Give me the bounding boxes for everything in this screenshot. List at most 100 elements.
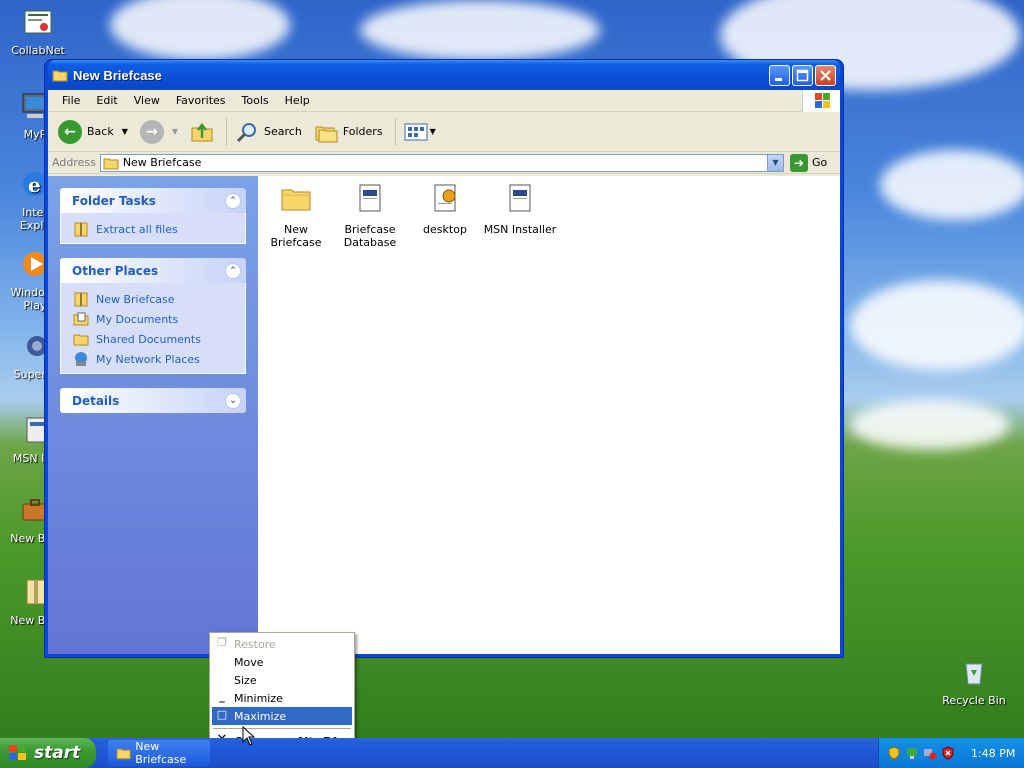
- file-label: MSN Installer: [483, 223, 557, 236]
- cloud: [110, 0, 290, 60]
- windows-logo: [802, 90, 840, 112]
- clock[interactable]: 1:48 PM: [971, 747, 1015, 760]
- menu-item-minimize[interactable]: _ Minimize: [212, 689, 352, 707]
- zip-folder-icon: [74, 222, 88, 237]
- desktop-icon-label: Recycle Bin: [942, 694, 1006, 707]
- back-label: Back: [87, 125, 114, 138]
- back-button[interactable]: ← Back ▼: [54, 116, 132, 148]
- folder-icon: [52, 70, 68, 82]
- menu-view[interactable]: View: [126, 94, 168, 107]
- close-button[interactable]: [815, 64, 836, 86]
- window-body: File Edit View Favorites Tools Help ← Ba…: [48, 90, 840, 654]
- folder-tasks-body: Extract all files: [60, 213, 246, 244]
- zip-folder-icon: [74, 292, 88, 307]
- document-icon: [509, 184, 531, 212]
- menu-item-maximize[interactable]: □ Maximize: [212, 707, 352, 725]
- file-item-new-briefcase[interactable]: New Briefcase: [258, 182, 334, 249]
- taskbar-button-new-briefcase[interactable]: New Briefcase: [108, 740, 210, 766]
- go-label: Go: [812, 156, 828, 169]
- folder-tasks-title: Folder Tasks: [72, 193, 156, 208]
- menu-item-label: Size: [234, 673, 257, 687]
- views-button[interactable]: ▼: [400, 116, 440, 148]
- minimize-icon: _: [219, 690, 225, 703]
- menu-item-label: Minimize: [234, 691, 283, 705]
- up-button[interactable]: [186, 116, 218, 148]
- toolbar-separator: [226, 117, 228, 146]
- task-label: Extract all files: [96, 222, 178, 236]
- search-icon: [236, 122, 257, 142]
- folders-icon: [315, 126, 338, 142]
- collapse-icon[interactable]: ⌃: [225, 262, 241, 279]
- menu-tools[interactable]: Tools: [234, 94, 277, 107]
- expand-icon[interactable]: ⌄: [225, 392, 241, 409]
- address-input[interactable]: New Briefcase ▼: [99, 153, 784, 172]
- place-label: New Briefcase: [96, 292, 175, 306]
- menu-help[interactable]: Help: [277, 94, 318, 107]
- dropdown-arrow-icon[interactable]: ▼: [430, 127, 436, 136]
- security-alert-icon[interactable]: [941, 746, 955, 760]
- folder-tasks-header[interactable]: Folder Tasks ⌃: [60, 188, 246, 213]
- menu-item-label: Maximize: [234, 709, 287, 723]
- go-button[interactable]: ➜ Go: [790, 153, 836, 172]
- folder-tasks-panel: Folder Tasks ⌃ Extract all files: [60, 188, 246, 244]
- folder-icon: [73, 334, 89, 346]
- go-arrow-icon: ➜: [790, 153, 808, 172]
- file-label: desktop: [423, 223, 467, 236]
- standard-toolbar: ← Back ▼ → ▼ Search Folders ▼: [48, 112, 840, 152]
- network-icon[interactable]: [905, 746, 919, 760]
- desktop-icon-collabnet[interactable]: CollabNet: [3, 6, 73, 57]
- document-icon: [359, 184, 381, 212]
- menu-edit[interactable]: Edit: [88, 94, 125, 107]
- task-pane: Folder Tasks ⌃ Extract all files Other P…: [48, 176, 258, 654]
- explorer-window[interactable]: New Briefcase File Edit View Favorites T…: [44, 59, 844, 658]
- file-item-msn-installer[interactable]: MSN Installer: [482, 182, 558, 236]
- place-my-documents[interactable]: My Documents: [73, 309, 235, 329]
- minimize-button[interactable]: [769, 64, 790, 86]
- cloud: [850, 400, 1010, 450]
- desktop-icon-recycle-bin[interactable]: Recycle Bin: [939, 656, 1009, 707]
- settings-file-icon: [434, 184, 456, 212]
- maximize-icon: [796, 69, 809, 81]
- maximize-button[interactable]: [792, 64, 813, 86]
- forward-button[interactable]: → ▼: [136, 116, 182, 148]
- desktop-icon-label: CollabNet: [11, 44, 65, 57]
- menu-favorites[interactable]: Favorites: [168, 94, 234, 107]
- taskbar: start New Briefcase 1:48 PM: [0, 738, 1024, 768]
- window-titlebar[interactable]: New Briefcase: [48, 60, 840, 90]
- search-button[interactable]: Search: [231, 116, 306, 148]
- place-shared-documents[interactable]: Shared Documents: [73, 329, 235, 349]
- file-list[interactable]: New Briefcase Briefcase Database desktop…: [258, 176, 840, 654]
- folders-button[interactable]: Folders: [310, 116, 387, 148]
- file-item-briefcase-database[interactable]: Briefcase Database: [332, 182, 408, 249]
- menu-item-restore[interactable]: ❐ Restore: [212, 635, 352, 653]
- network-alert-icon[interactable]: [923, 746, 937, 760]
- close-icon: [820, 69, 831, 81]
- menu-file[interactable]: File: [54, 94, 88, 107]
- place-my-network-places[interactable]: My Network Places: [73, 349, 235, 369]
- system-tray: 1:48 PM: [878, 738, 1024, 768]
- network-places-icon: [75, 352, 87, 366]
- place-new-briefcase[interactable]: New Briefcase: [73, 289, 235, 309]
- menu-item-size[interactable]: Size: [212, 671, 352, 689]
- dropdown-arrow-icon[interactable]: ▼: [172, 127, 178, 136]
- details-header[interactable]: Details ⌄: [60, 388, 246, 413]
- task-extract-all-files[interactable]: Extract all files: [73, 219, 235, 239]
- folders-label: Folders: [342, 125, 383, 138]
- folder-up-icon: [191, 122, 213, 141]
- file-item-desktop[interactable]: desktop: [407, 182, 483, 236]
- window-title: New Briefcase: [73, 67, 162, 83]
- menu-item-move[interactable]: Move: [212, 653, 352, 671]
- dropdown-arrow-icon[interactable]: ▼: [122, 127, 128, 136]
- address-dropdown-icon[interactable]: ▼: [767, 154, 783, 171]
- start-button[interactable]: start: [0, 738, 96, 768]
- other-places-header[interactable]: Other Places ⌃: [60, 258, 246, 283]
- security-shield-icon[interactable]: [887, 746, 901, 760]
- content-area: Folder Tasks ⌃ Extract all files Other P…: [48, 176, 840, 654]
- collapse-icon[interactable]: ⌃: [225, 192, 241, 209]
- folder-icon: [281, 189, 311, 211]
- place-label: My Documents: [96, 312, 179, 326]
- file-label: New Briefcase: [270, 223, 322, 249]
- address-bar: Address New Briefcase ▼ ➜ Go: [48, 152, 840, 174]
- menu-bar: File Edit View Favorites Tools Help: [48, 90, 840, 112]
- taskbar-button-label: New Briefcase: [135, 740, 187, 766]
